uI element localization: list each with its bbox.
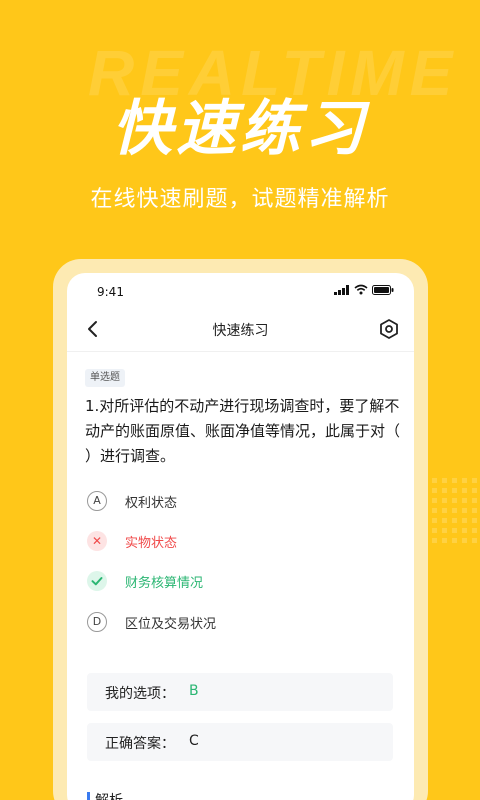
status-bar: 9:41 — [67, 273, 414, 309]
correct-check-icon — [87, 571, 107, 591]
question-text: 1.对所评估的不动产进行现场调查时，要了解不动产的账面原值、账面净值等情况，此属… — [85, 397, 401, 465]
nav-bar: 快速练习 — [67, 311, 414, 351]
my-choice-box: 我的选项： B — [87, 673, 393, 711]
status-time: 9:41 — [97, 285, 124, 299]
decorative-dot-grid — [432, 478, 477, 543]
my-choice-value: B — [189, 683, 199, 699]
my-choice-label: 我的选项： — [105, 686, 175, 702]
option-a[interactable]: A 权利状态 — [87, 489, 387, 513]
option-c-text: 财务核算情况 — [125, 576, 204, 591]
nav-title: 快速练习 — [212, 323, 269, 339]
wifi-icon — [354, 284, 368, 295]
battery-icon — [372, 284, 394, 295]
correct-answer-box: 正确答案： C — [87, 723, 393, 761]
hero-title: 快速练习 — [112, 94, 368, 164]
question-type-tag: 单选题 — [85, 369, 125, 387]
option-a-text: 权利状态 — [125, 496, 178, 511]
status-icons — [334, 284, 394, 295]
hexagon-settings-icon[interactable] — [378, 318, 400, 340]
option-d[interactable]: D 区位及交易状况 — [87, 610, 387, 634]
analysis-label: 解析 — [95, 790, 123, 800]
wrong-x-icon: ✕ — [87, 531, 107, 551]
option-b-text: 实物状态 — [125, 536, 178, 551]
correct-answer-label: 正确答案： — [105, 736, 175, 752]
option-d-text: 区位及交易状况 — [125, 617, 217, 632]
analysis-accent-bar — [87, 792, 90, 800]
signal-icon — [334, 284, 349, 295]
hero-subtitle: 在线快速刷题，试题精准解析 — [90, 187, 390, 212]
nav-divider — [67, 351, 414, 352]
correct-answer-value: C — [189, 733, 199, 749]
option-b[interactable]: ✕ 实物状态 — [87, 529, 387, 553]
option-d-key: D — [87, 612, 107, 632]
phone-screen: 9:41 快速练习 单选题 1.对所评估的不动产进行现场调查时，要了解不动产的账… — [67, 273, 414, 800]
option-a-key: A — [87, 491, 107, 511]
option-c[interactable]: 财务核算情况 — [87, 569, 387, 593]
